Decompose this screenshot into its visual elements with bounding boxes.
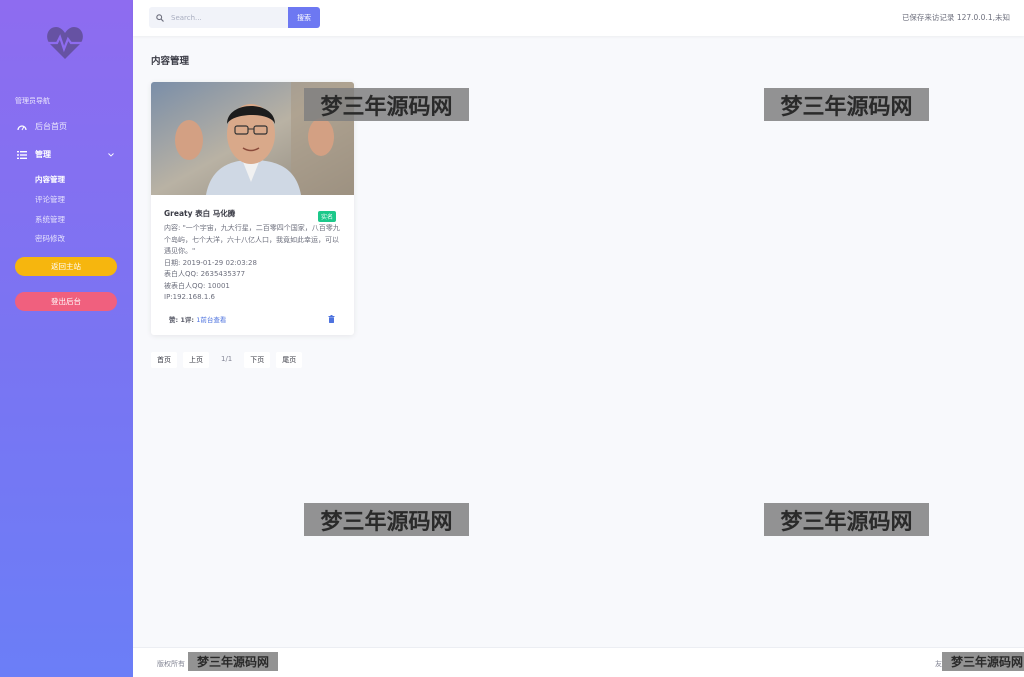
watermark: 梦三年源码网 bbox=[764, 88, 929, 121]
nav-heading: 管理员导航 bbox=[15, 97, 50, 105]
trash-icon[interactable] bbox=[328, 315, 335, 323]
sidebar-sub-system[interactable]: 系统管理 bbox=[35, 214, 65, 225]
real-name-badge: 实名 bbox=[318, 211, 337, 222]
chevron-down-icon[interactable] bbox=[108, 152, 114, 158]
card-stats: 赞: 1评: bbox=[169, 316, 197, 324]
card-body: 内容: "一个宇宙，九大行星，二百零四个国家，八百零九个岛屿，七个大洋，六十八亿… bbox=[164, 223, 344, 304]
card-title: Greaty 表白 马化腾 bbox=[164, 209, 236, 218]
page-current-indicator: 1/1 bbox=[221, 355, 233, 363]
search-button[interactable]: 搜索 bbox=[288, 7, 320, 28]
page-first-button[interactable]: 首页 bbox=[151, 352, 177, 368]
sidebar-sub-content[interactable]: 内容管理 bbox=[35, 174, 65, 185]
card-ip: IP:192.168.1.6 bbox=[164, 293, 215, 301]
page-prev-button[interactable]: 上页 bbox=[183, 352, 209, 368]
watermark: 梦三年源码网 bbox=[942, 652, 1024, 671]
card-content: 内容: "一个宇宙，九大行星，二百零四个国家，八百零九个岛屿，七个大洋，六十八亿… bbox=[164, 224, 340, 255]
front-view-link[interactable]: 1前台查看 bbox=[196, 316, 226, 324]
page-title: 内容管理 bbox=[151, 56, 190, 67]
logout-button[interactable]: 登出后台 bbox=[15, 292, 117, 311]
list-icon bbox=[17, 150, 27, 159]
card-to-qq: 被表白人QQ: 10001 bbox=[164, 281, 230, 290]
watermark: 梦三年源码网 bbox=[304, 88, 469, 121]
visit-status-text: 已保存来访记录 127.0.0.1,未知 bbox=[901, 13, 1010, 22]
pagination: 首页 上页 1/1 下页 尾页 bbox=[151, 352, 308, 368]
sidebar-item-dashboard[interactable]: 后台首页 bbox=[17, 121, 67, 132]
sidebar-item-label: 管理 bbox=[35, 150, 51, 159]
copyright-text: 版权所有 bbox=[157, 660, 185, 668]
card-date: 日期: 2019-01-29 02:03:28 bbox=[164, 258, 257, 267]
card-from-qq: 表白人QQ: 2635435377 bbox=[164, 270, 246, 278]
heartbeat-logo-icon[interactable] bbox=[46, 26, 84, 60]
sidebar-sub-comments[interactable]: 评论管理 bbox=[35, 194, 65, 205]
watermark: 梦三年源码网 bbox=[764, 503, 929, 536]
search-box bbox=[149, 7, 289, 28]
page-last-button[interactable]: 尾页 bbox=[276, 352, 303, 368]
topbar: 搜索 已保存来访记录 127.0.0.1,未知 bbox=[133, 0, 1024, 36]
watermark: 梦三年源码网 bbox=[188, 652, 278, 671]
page-next-button[interactable]: 下页 bbox=[244, 352, 271, 368]
search-icon bbox=[156, 13, 164, 22]
watermark: 梦三年源码网 bbox=[304, 503, 469, 536]
return-home-button[interactable]: 返回主站 bbox=[15, 257, 117, 276]
footer-links-text: 友 bbox=[935, 660, 942, 668]
dashboard-icon bbox=[17, 124, 27, 130]
sidebar: 管理员导航 后台首页 管理 内容管理 评论管理 系统管理 密码修改 返回主站 登… bbox=[0, 0, 133, 677]
search-input[interactable] bbox=[171, 13, 281, 22]
sidebar-item-label: 后台首页 bbox=[35, 122, 67, 131]
sidebar-item-manage[interactable]: 管理 bbox=[17, 149, 51, 160]
sidebar-sub-password[interactable]: 密码修改 bbox=[35, 233, 65, 244]
card-footer: 赞: 1评: 1前台查看 bbox=[169, 314, 226, 324]
